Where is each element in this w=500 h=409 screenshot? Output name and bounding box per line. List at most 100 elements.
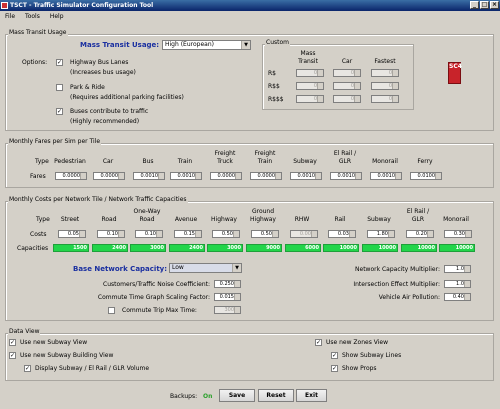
fare-spinner[interactable]: 0.0000 xyxy=(93,172,125,180)
display-volume-checkbox[interactable]: ✓ xyxy=(24,365,31,372)
fare-spinner[interactable]: 0.0010 xyxy=(290,172,322,180)
costs-row-label: Costs xyxy=(30,231,47,238)
cost-spinner[interactable]: 0.50 xyxy=(212,230,240,238)
ncm-label: Network Capacity Multiplier: xyxy=(355,266,440,273)
custom-r3-mass[interactable]: 0 xyxy=(296,95,324,103)
mass-transit-usage-select[interactable]: High (European) ▼ xyxy=(162,40,251,50)
commute-max-spinner[interactable]: 300 xyxy=(214,306,241,314)
cost-header: RHW xyxy=(294,216,310,223)
menu-file[interactable]: File xyxy=(5,13,15,20)
cost-header: Highway xyxy=(211,216,237,223)
options-label: Options: xyxy=(22,59,48,66)
ncm-spinner[interactable]: 1.0 xyxy=(444,265,471,273)
custom-row-label: R$$$ xyxy=(268,96,284,103)
capacity-bar: 6000 xyxy=(285,244,321,252)
cost-header: GLR xyxy=(411,216,425,223)
commute-max-checkbox[interactable] xyxy=(108,307,115,314)
custom-row-label: R$ xyxy=(268,70,276,77)
sc4-logo: SC4 xyxy=(448,62,462,84)
custom-r1-fastest[interactable]: 0 xyxy=(371,69,399,77)
cost-spinner[interactable]: 0.15 xyxy=(174,230,202,238)
cost-spinner[interactable]: 0.05 xyxy=(58,230,86,238)
fare-spinner[interactable]: 0.0010 xyxy=(370,172,402,180)
commute-scale-spinner[interactable]: 0.015 xyxy=(214,293,241,301)
fare-spinner[interactable]: 0.0000 xyxy=(210,172,242,180)
capacity-bar: 10000 xyxy=(323,244,359,252)
cost-spinner[interactable]: 0.00 xyxy=(290,230,318,238)
fare-spinner[interactable]: 0.0010 xyxy=(170,172,202,180)
cost-spinner[interactable]: 0.03 xyxy=(328,230,356,238)
show-subway-lines-label: Show Subway Lines xyxy=(342,352,402,359)
iem-label: Intersection Effect Multiplier: xyxy=(353,281,440,288)
commute-max-label: Commute Trip Max Time: xyxy=(122,307,197,314)
maximize-button[interactable]: □ xyxy=(480,1,489,9)
custom-r2-car[interactable]: 0 xyxy=(333,82,361,90)
save-button[interactable]: Save xyxy=(219,389,255,402)
cost-spinner[interactable]: 0.50 xyxy=(251,230,279,238)
cost-header-top: One-Way xyxy=(133,208,161,215)
minimize-button[interactable]: _ xyxy=(470,1,479,9)
cost-spinner[interactable]: 1.80 xyxy=(367,230,395,238)
window-title: TSCT - Traffic Simulator Configuration T… xyxy=(10,2,154,9)
park-ride-sub: (Requires additional parking facilities) xyxy=(70,94,184,101)
cost-header: Rail xyxy=(334,216,346,223)
close-button[interactable]: × xyxy=(490,1,499,9)
highway-bus-lanes-checkbox[interactable]: ✓ xyxy=(56,59,63,66)
capacity-bar: 3000 xyxy=(130,244,166,252)
fare-spinner[interactable]: 0.0100 xyxy=(410,172,442,180)
cost-spinner[interactable]: 0.30 xyxy=(444,230,472,238)
backups-status: On xyxy=(203,393,213,400)
noise-spinner[interactable]: 0.250 xyxy=(214,280,241,288)
menu-tools[interactable]: Tools xyxy=(25,13,40,20)
cost-spinner[interactable]: 0.20 xyxy=(406,230,434,238)
app-icon xyxy=(1,2,8,9)
subway-building-checkbox[interactable]: ✓ xyxy=(9,352,16,359)
base-capacity-select[interactable]: Low ▼ xyxy=(169,263,242,273)
fares-legend: Monthly Fares per Sim per Tile xyxy=(8,138,102,145)
fare-header-top: El Rail / xyxy=(333,150,357,157)
cost-header: Street xyxy=(60,216,80,223)
custom-r2-fastest[interactable]: 0 xyxy=(371,82,399,90)
show-subway-lines-checkbox[interactable]: ✓ xyxy=(331,352,338,359)
buses-traffic-checkbox[interactable]: ✓ xyxy=(56,108,63,115)
cost-spinner[interactable]: 0.10 xyxy=(97,230,125,238)
cost-header: Road xyxy=(101,216,117,223)
park-ride-checkbox[interactable] xyxy=(56,84,63,91)
custom-r3-fastest[interactable]: 0 xyxy=(371,95,399,103)
usage-value: High (European) xyxy=(165,41,214,48)
custom-r1-mass[interactable]: 0 xyxy=(296,69,324,77)
custom-legend: Custom xyxy=(265,39,290,46)
menu-help[interactable]: Help xyxy=(50,13,64,20)
backups-label: Backups: xyxy=(170,393,198,400)
subway-view-checkbox[interactable]: ✓ xyxy=(9,339,16,346)
fare-spinner[interactable]: 0.0010 xyxy=(330,172,362,180)
cost-header: Road xyxy=(139,216,155,223)
data-view-legend: Data View xyxy=(8,328,41,335)
fare-spinner[interactable]: 0.0000 xyxy=(55,172,87,180)
fares-row-label: Fares xyxy=(30,173,46,180)
reset-button[interactable]: Reset xyxy=(258,389,294,402)
noise-label: Customers/Traffic Noise Coefficient: xyxy=(103,281,210,288)
custom-r1-car[interactable]: 0 xyxy=(333,69,361,77)
costs-type-label: Type xyxy=(36,216,50,223)
exit-button[interactable]: Exit xyxy=(296,389,327,402)
custom-r3-car[interactable]: 0 xyxy=(333,95,361,103)
iem-spinner[interactable]: 1.0 xyxy=(444,280,471,288)
cost-spinner[interactable]: 0.10 xyxy=(135,230,163,238)
fare-spinner[interactable]: 0.0000 xyxy=(250,172,282,180)
capacity-bar: 2400 xyxy=(169,244,205,252)
fare-spinner[interactable]: 0.0010 xyxy=(133,172,165,180)
sc4-logo-text: SC4 xyxy=(449,63,462,70)
capacity-bar: 9000 xyxy=(246,244,282,252)
subway-building-label: Use new Subway Building View xyxy=(20,352,114,359)
vap-spinner[interactable]: 0.40 xyxy=(444,293,471,301)
capacity-bar: 1500 xyxy=(53,244,89,252)
zones-view-checkbox[interactable]: ✓ xyxy=(315,339,322,346)
custom-r2-mass[interactable]: 0 xyxy=(296,82,324,90)
cost-header: Monorail xyxy=(443,216,469,223)
chevron-down-icon: ▼ xyxy=(241,41,250,49)
show-props-checkbox[interactable]: ✓ xyxy=(331,365,338,372)
mass-transit-legend: Mass Transit Usage xyxy=(8,29,68,36)
show-props-label: Show Props xyxy=(342,365,377,372)
buses-traffic-label: Buses contribute to traffic xyxy=(70,108,149,115)
